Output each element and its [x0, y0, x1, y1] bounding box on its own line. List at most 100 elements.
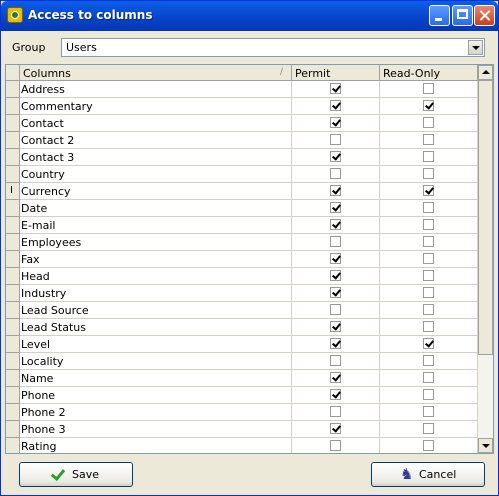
table-row[interactable]: Commentary — [6, 98, 478, 115]
row-indicator[interactable] — [6, 421, 20, 438]
table-row[interactable]: Name — [6, 370, 478, 387]
row-indicator[interactable] — [6, 268, 20, 285]
permit-checkbox[interactable] — [329, 406, 341, 417]
table-row[interactable]: Address — [6, 81, 478, 98]
cancel-button[interactable]: ♞ Cancel — [371, 462, 485, 487]
table-row[interactable]: Contact — [6, 115, 478, 132]
permit-checkbox[interactable] — [329, 355, 341, 366]
permit-checkbox[interactable] — [329, 236, 341, 247]
columns-header[interactable]: Columns ∕ — [20, 65, 292, 81]
row-indicator[interactable] — [6, 319, 20, 336]
readonly-checkbox[interactable] — [422, 321, 434, 332]
table-row[interactable]: Fax — [6, 251, 478, 268]
table-row[interactable]: Level — [6, 336, 478, 353]
table-row[interactable]: Rating — [6, 438, 478, 453]
permit-checkbox[interactable] — [329, 304, 341, 315]
chevron-down-icon[interactable] — [468, 40, 483, 55]
permit-checkbox[interactable] — [329, 389, 341, 400]
row-indicator[interactable] — [6, 404, 20, 421]
permit-checkbox[interactable] — [329, 423, 341, 434]
readonly-checkbox[interactable] — [422, 202, 434, 213]
table-row[interactable]: Date — [6, 200, 478, 217]
readonly-checkbox[interactable] — [422, 406, 434, 417]
permit-checkbox[interactable] — [329, 185, 341, 196]
table-row[interactable]: Lead Source — [6, 302, 478, 319]
row-indicator[interactable] — [6, 387, 20, 404]
readonly-checkbox[interactable] — [422, 389, 434, 400]
readonly-checkbox[interactable] — [422, 219, 434, 230]
readonly-checkbox[interactable] — [422, 372, 434, 383]
minimize-button[interactable] — [429, 5, 450, 26]
row-indicator[interactable] — [6, 149, 20, 166]
readonly-checkbox[interactable] — [422, 270, 434, 281]
close-button[interactable] — [474, 5, 495, 26]
permit-checkbox[interactable] — [329, 287, 341, 298]
row-indicator[interactable] — [6, 285, 20, 302]
readonly-checkbox[interactable] — [422, 117, 434, 128]
readonly-checkbox[interactable] — [422, 151, 434, 162]
permit-checkbox[interactable] — [329, 117, 341, 128]
save-button[interactable]: Save — [19, 462, 133, 487]
readonly-checkbox[interactable] — [422, 236, 434, 247]
permit-checkbox[interactable] — [329, 270, 341, 281]
maximize-button[interactable] — [452, 5, 473, 26]
table-row[interactable]: Employees — [6, 234, 478, 251]
readonly-checkbox[interactable] — [422, 287, 434, 298]
permit-header[interactable]: Permit — [292, 65, 380, 81]
table-row[interactable]: Lead Status — [6, 319, 478, 336]
permit-checkbox[interactable] — [329, 83, 341, 94]
permit-checkbox[interactable] — [329, 372, 341, 383]
scroll-thumb[interactable] — [478, 80, 493, 355]
table-row[interactable]: Contact 3 — [6, 149, 478, 166]
permit-checkbox[interactable] — [329, 151, 341, 162]
table-row[interactable]: Locality — [6, 353, 478, 370]
group-dropdown[interactable]: Users — [61, 38, 485, 57]
readonly-checkbox[interactable] — [422, 100, 434, 111]
table-row[interactable]: Phone 3 — [6, 421, 478, 438]
table-row[interactable]: Industry — [6, 285, 478, 302]
readonly-checkbox[interactable] — [422, 440, 434, 451]
readonly-header[interactable]: Read-Only — [380, 65, 478, 81]
permit-checkbox[interactable] — [329, 338, 341, 349]
vertical-scrollbar[interactable] — [478, 65, 493, 453]
table-row[interactable]: Phone 2 — [6, 404, 478, 421]
row-indicator[interactable] — [6, 302, 20, 319]
readonly-checkbox[interactable] — [422, 185, 434, 196]
row-indicator[interactable] — [6, 132, 20, 149]
permit-checkbox[interactable] — [329, 134, 341, 145]
table-row[interactable]: Contact 2 — [6, 132, 478, 149]
row-indicator[interactable] — [6, 251, 20, 268]
permit-checkbox[interactable] — [329, 440, 341, 451]
row-indicator[interactable] — [6, 234, 20, 251]
readonly-checkbox[interactable] — [422, 304, 434, 315]
readonly-checkbox[interactable] — [422, 253, 434, 264]
permit-checkbox[interactable] — [329, 219, 341, 230]
readonly-checkbox[interactable] — [422, 83, 434, 94]
readonly-checkbox[interactable] — [422, 134, 434, 145]
row-indicator[interactable] — [6, 115, 20, 132]
row-indicator[interactable] — [6, 370, 20, 387]
scroll-down-icon[interactable] — [478, 438, 493, 453]
row-indicator[interactable] — [6, 353, 20, 370]
table-row[interactable]: Head — [6, 268, 478, 285]
scroll-up-icon[interactable] — [478, 65, 493, 80]
permit-checkbox[interactable] — [329, 253, 341, 264]
row-indicator[interactable] — [6, 98, 20, 115]
row-indicator[interactable] — [6, 200, 20, 217]
table-row[interactable]: E-mail — [6, 217, 478, 234]
readonly-checkbox[interactable] — [422, 338, 434, 349]
row-indicator[interactable]: I — [6, 183, 20, 200]
readonly-checkbox[interactable] — [422, 423, 434, 434]
row-indicator[interactable] — [6, 81, 20, 98]
readonly-checkbox[interactable] — [422, 355, 434, 366]
title-bar[interactable]: Access to columns — [1, 1, 498, 31]
table-row[interactable]: Phone — [6, 387, 478, 404]
permit-checkbox[interactable] — [329, 168, 341, 179]
table-row[interactable]: Country — [6, 166, 478, 183]
readonly-checkbox[interactable] — [422, 168, 434, 179]
permit-checkbox[interactable] — [329, 321, 341, 332]
row-indicator[interactable] — [6, 166, 20, 183]
permit-checkbox[interactable] — [329, 202, 341, 213]
table-row[interactable]: I Currency — [6, 183, 478, 200]
row-indicator[interactable] — [6, 438, 20, 453]
